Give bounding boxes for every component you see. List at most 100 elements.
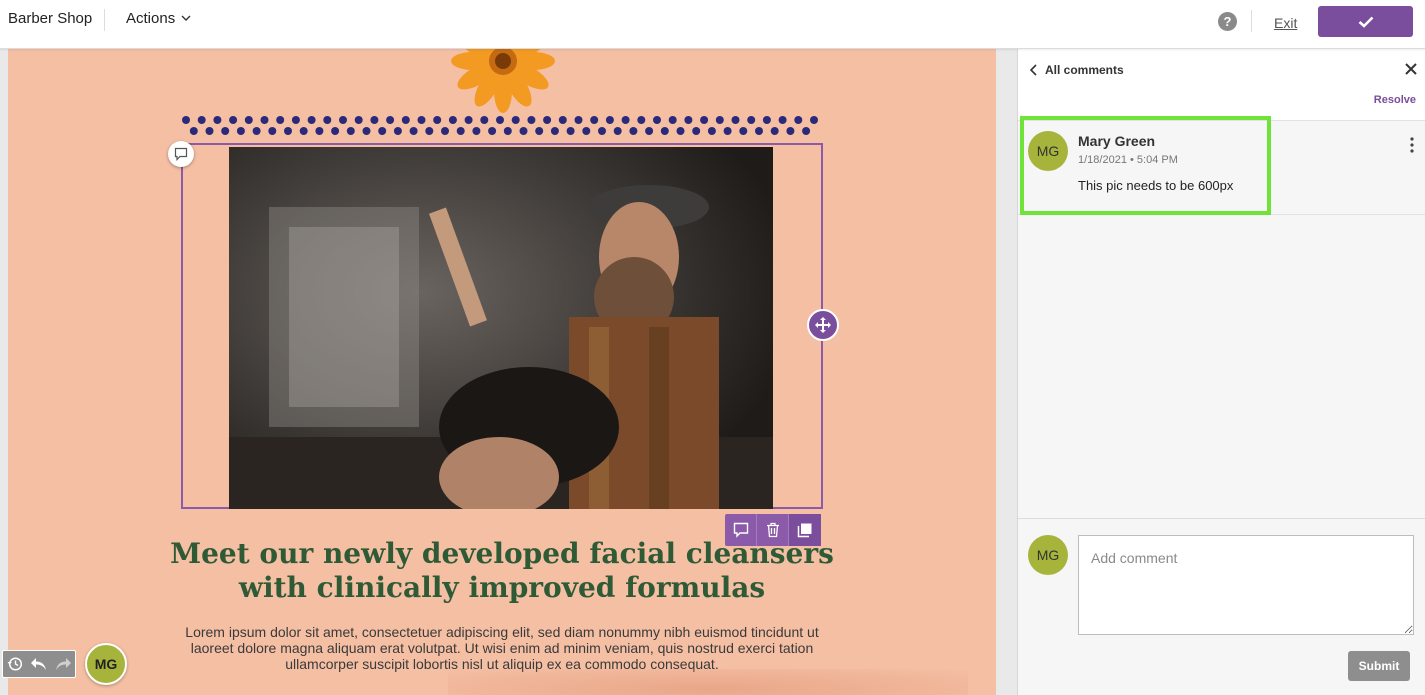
pattern-dot	[613, 127, 622, 135]
pattern-dot	[182, 116, 190, 124]
actions-label: Actions	[126, 10, 176, 27]
pattern-dot	[472, 127, 481, 135]
pattern-dot	[331, 127, 340, 135]
all-comments-label: All comments	[1045, 63, 1124, 77]
pattern-dot	[393, 127, 402, 135]
comment-input[interactable]	[1078, 535, 1414, 635]
pattern-dot	[582, 127, 591, 135]
redo-button[interactable]	[51, 651, 75, 677]
comment-icon	[733, 522, 748, 538]
move-icon	[815, 317, 831, 333]
flower-image	[451, 49, 555, 113]
pattern-dot	[731, 116, 740, 124]
pattern-dot	[307, 116, 316, 124]
pattern-dot	[244, 116, 253, 124]
all-comments-link[interactable]: All comments	[1030, 63, 1124, 77]
user-avatar[interactable]: MG	[85, 643, 127, 685]
pattern-dot	[221, 127, 230, 135]
comment-highlight	[1020, 116, 1271, 215]
chevron-down-icon	[181, 15, 191, 21]
pattern-dot	[284, 127, 292, 135]
pattern-dot	[558, 116, 567, 124]
pattern-dot	[810, 116, 818, 124]
pattern-dot	[213, 116, 222, 124]
image-block[interactable]	[181, 143, 823, 509]
pattern-dot	[315, 127, 324, 135]
pattern-dot	[464, 116, 473, 124]
pattern-dot	[770, 127, 779, 135]
actions-menu[interactable]: Actions	[126, 10, 191, 27]
comments-panel: All comments Resolve MG Mary Green 1/18/…	[1017, 49, 1425, 695]
pattern-dot	[488, 127, 497, 135]
pattern-dot	[786, 127, 795, 135]
pattern-dot	[189, 127, 198, 135]
pattern-dot	[503, 127, 512, 135]
pattern-dot	[527, 116, 536, 124]
decorative-glow	[448, 669, 968, 695]
pattern-dot	[433, 116, 442, 124]
comment-item[interactable]: MG Mary Green 1/18/2021 • 5:04 PM This p…	[1018, 116, 1425, 215]
pattern-dot	[496, 116, 504, 124]
close-icon[interactable]	[1404, 62, 1418, 76]
resolve-link[interactable]: Resolve	[1374, 94, 1416, 106]
email-body-text[interactable]: Lorem ipsum dolor sit amet, consectetuer…	[183, 624, 821, 672]
chevron-left-icon	[1030, 64, 1037, 76]
comment-marker[interactable]	[168, 141, 194, 167]
pattern-dot	[723, 127, 732, 135]
email-body: Meet our newly developed facial cleanser…	[8, 49, 996, 695]
top-bar: Barber Shop Actions ? Exit	[0, 0, 1425, 49]
pattern-dot	[197, 116, 206, 124]
pattern-dot	[519, 127, 528, 135]
pattern-dot	[794, 116, 803, 124]
pattern-dot	[425, 127, 434, 135]
duplicate-icon	[797, 523, 812, 538]
pattern-dot	[707, 127, 716, 135]
pattern-dot	[409, 127, 418, 135]
pattern-dot	[417, 116, 426, 124]
comment-composer: MG Submit	[1018, 518, 1425, 695]
undo-button[interactable]	[27, 651, 51, 677]
email-headline[interactable]: Meet our newly developed facial cleanser…	[148, 537, 856, 605]
pattern-dot	[480, 116, 489, 124]
more-options-icon[interactable]	[1410, 137, 1414, 153]
comment-icon	[174, 147, 188, 161]
barber-photo[interactable]	[229, 147, 773, 509]
pattern-dot	[543, 116, 552, 124]
pattern-dot	[645, 127, 654, 135]
app-title: Barber Shop	[8, 10, 93, 27]
pattern-dot	[550, 127, 559, 135]
pattern-dot	[370, 116, 379, 124]
pattern-dot	[684, 116, 693, 124]
pattern-dot	[598, 127, 606, 135]
help-icon[interactable]: ?	[1218, 12, 1237, 31]
pattern-dot	[236, 127, 245, 135]
pattern-dot	[252, 127, 261, 135]
pattern-dot	[291, 116, 300, 124]
pattern-dot	[339, 116, 347, 124]
pattern-dot	[441, 127, 449, 135]
pattern-dot	[668, 116, 677, 124]
pattern-dot	[378, 127, 387, 135]
pattern-dot	[715, 116, 724, 124]
pattern-dot	[637, 116, 646, 124]
pattern-dot	[386, 116, 395, 124]
history-icon	[7, 657, 23, 671]
pattern-dot	[660, 127, 669, 135]
confirm-button[interactable]	[1318, 6, 1413, 37]
pattern-dot	[229, 116, 238, 124]
submit-button[interactable]: Submit	[1348, 651, 1410, 681]
pattern-dot	[456, 127, 465, 135]
exit-link[interactable]: Exit	[1274, 15, 1297, 31]
undo-icon	[31, 658, 46, 670]
pattern-dot	[260, 116, 269, 124]
pattern-dot	[448, 116, 457, 124]
pattern-dot	[511, 116, 520, 124]
move-handle[interactable]	[807, 309, 839, 341]
pattern-dot	[762, 116, 771, 124]
pattern-dot	[566, 127, 575, 135]
composer-avatar: MG	[1028, 535, 1068, 575]
pattern-dot	[268, 127, 277, 135]
pattern-dot	[621, 116, 630, 124]
pattern-dot	[692, 127, 701, 135]
history-button[interactable]	[3, 651, 27, 677]
